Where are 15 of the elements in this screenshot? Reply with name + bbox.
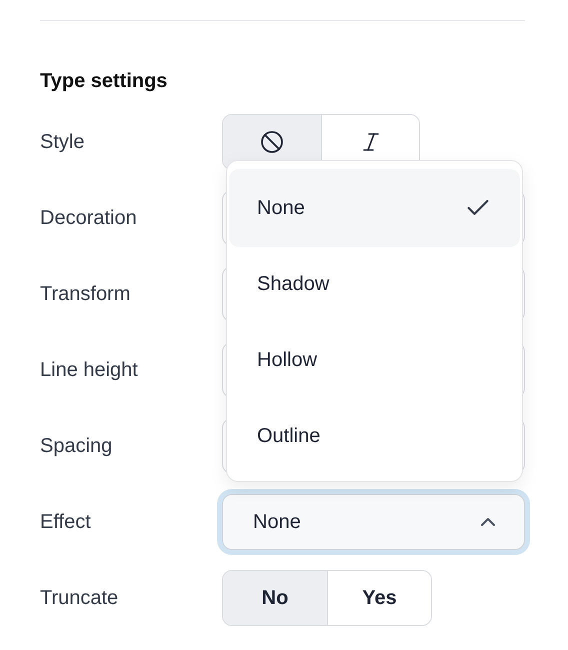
menu-item[interactable]: Outline (229, 397, 520, 475)
setting-label: Effect (40, 510, 92, 534)
segment-option[interactable]: Yes (327, 571, 431, 625)
setting-label: Transform (40, 282, 132, 306)
setting-label: Line height (40, 358, 139, 382)
setting-label: Style (40, 130, 86, 154)
menu-item[interactable]: Shadow (229, 245, 520, 323)
setting-label: Truncate (40, 586, 120, 610)
setting-label: Spacing (40, 434, 114, 458)
segment-option[interactable]: No (223, 571, 327, 625)
setting-label: Decoration (40, 206, 138, 230)
menu-item[interactable]: None (229, 169, 520, 247)
ban-icon (260, 130, 284, 154)
menu-item[interactable]: Hollow (229, 321, 520, 399)
section-title: Type settings (40, 69, 168, 94)
